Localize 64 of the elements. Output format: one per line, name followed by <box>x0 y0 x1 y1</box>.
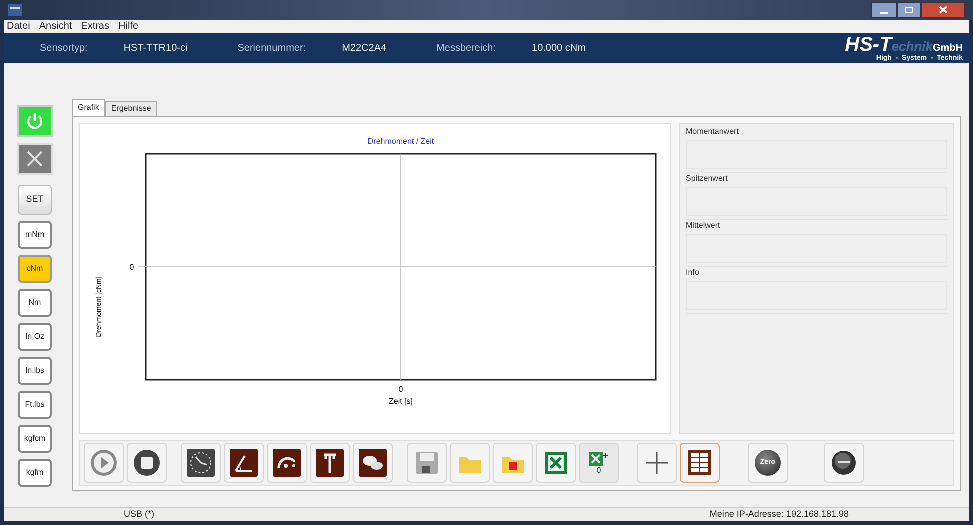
connection-status: USB (*) <box>124 508 155 521</box>
tool-icon <box>315 448 345 478</box>
angle-button[interactable] <box>224 443 264 483</box>
unit-button[interactable]: cNm <box>18 255 52 283</box>
maximize-button[interactable] <box>897 2 921 18</box>
menu-item[interactable]: Datei <box>7 22 30 32</box>
app-icon <box>8 4 22 16</box>
x-tick-label: 0 <box>398 385 404 394</box>
gauge-button[interactable] <box>267 443 307 483</box>
field-label: Messbereich: <box>436 42 496 56</box>
gauge-icon <box>272 448 302 478</box>
chart-title: Drehmoment / Zeit <box>368 137 434 146</box>
close-button[interactable] <box>921 2 965 18</box>
plus-icon <box>645 451 669 475</box>
menu-item[interactable]: Hilfe <box>118 22 139 32</box>
field-label: Seriennummer: <box>238 42 306 56</box>
tool-button[interactable] <box>310 443 350 483</box>
result-label: Info <box>686 267 700 279</box>
y-tick-label: 0 <box>130 263 134 272</box>
close-icon <box>938 6 948 14</box>
menu-item[interactable]: Extras <box>81 22 110 32</box>
angle-icon <box>229 448 259 478</box>
clock-button[interactable] <box>181 443 221 483</box>
tab[interactable]: Grafik <box>72 99 106 116</box>
disconnect-button[interactable] <box>17 143 53 175</box>
minimize-button[interactable] <box>871 2 897 18</box>
result-label: Mittelwert <box>686 220 722 232</box>
power-icon <box>26 112 44 130</box>
set-button[interactable]: SET <box>18 185 52 215</box>
field-value: M22C2A4 <box>342 42 387 56</box>
round-dial-icon <box>831 450 857 476</box>
record-folder-button[interactable] <box>493 443 533 483</box>
tab[interactable]: Ergebnisse <box>105 101 158 116</box>
unit-button[interactable]: mNm <box>18 221 52 249</box>
menu-item[interactable]: Ansicht <box>39 22 72 32</box>
chat-icon <box>358 448 388 478</box>
excel-button[interactable] <box>536 443 576 483</box>
unit-button[interactable]: Nm <box>18 289 52 317</box>
unit-button[interactable]: kgfcm <box>18 425 52 453</box>
export-count-button[interactable]: 0 <box>579 443 619 483</box>
close-icon <box>26 150 44 168</box>
unit-button[interactable]: In.Oz <box>18 323 52 351</box>
field-value: 10.000 cNm <box>532 42 586 56</box>
clock-icon <box>186 448 216 478</box>
spreadsheet-icon <box>543 450 569 476</box>
unit-button[interactable]: kgfm <box>18 459 52 487</box>
table-button[interactable] <box>680 443 720 483</box>
play-icon <box>89 448 119 478</box>
stop-icon <box>132 448 162 478</box>
spreadsheet-add-icon <box>588 451 610 467</box>
chat-button[interactable] <box>353 443 393 483</box>
table-icon <box>688 450 712 476</box>
unit-button[interactable]: In.lbs <box>18 357 52 385</box>
reset-button[interactable] <box>824 443 864 483</box>
field-value: HST-TTR10-ci <box>124 42 188 56</box>
result-label: Momentanwert <box>686 126 740 138</box>
add-button[interactable] <box>637 443 677 483</box>
unit-button[interactable]: Ft.lbs <box>18 391 52 419</box>
x-axis-label: Zeit [s] <box>389 397 413 406</box>
result-label: Spitzenwert <box>686 173 729 185</box>
save-button[interactable] <box>407 443 447 483</box>
field-label: Sensortyp: <box>40 42 88 56</box>
ip-address: Meine IP-Adresse: 192.168.181.98 <box>710 508 849 521</box>
stop-button[interactable] <box>127 443 167 483</box>
